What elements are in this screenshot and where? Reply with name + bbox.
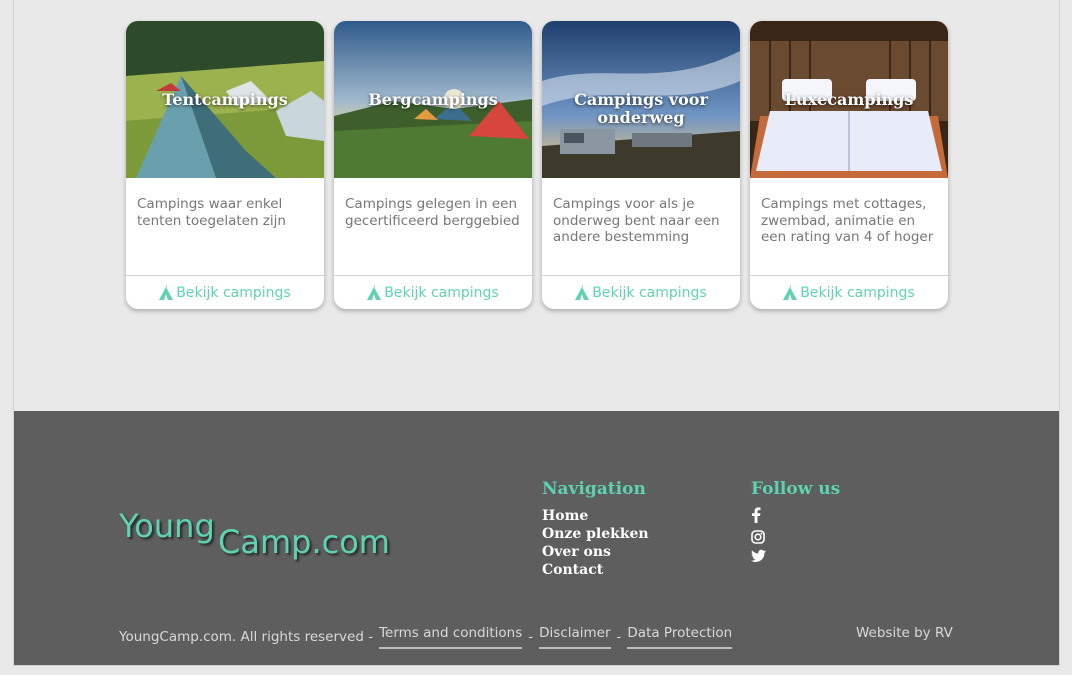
view-campings-label: Bekijk campings <box>800 284 915 301</box>
navigation-title: Navigation <box>542 479 646 499</box>
tent-icon <box>367 285 382 300</box>
view-campings-label: Bekijk campings <box>176 284 291 301</box>
separator: - <box>528 629 534 645</box>
nav-link-contact[interactable]: Contact <box>542 561 649 579</box>
card-image: Tentcampings <box>126 21 324 178</box>
logo-part-young: Young <box>119 507 215 545</box>
website-credit: Website by RV <box>856 625 953 641</box>
footer-legal: YoungCamp.com. All rights reserved - Ter… <box>119 625 738 649</box>
footer-navigation: Navigation Home Onze plekken Over ons Co… <box>542 479 649 579</box>
card-description: Campings met cottages, zwembad, animatie… <box>761 196 934 245</box>
category-cards: Tentcampings Campings waar enkel tenten … <box>126 21 948 309</box>
card-image: Bergcampings <box>334 21 532 178</box>
card-description: Campings gelegen in een gecertificeerd b… <box>345 196 520 229</box>
terms-link[interactable]: Terms and conditions <box>379 625 523 649</box>
footer: Young Camp.com Navigation Home Onze plek… <box>14 411 1059 665</box>
view-campings-link[interactable]: Bekijk campings <box>750 275 948 309</box>
view-campings-link[interactable]: Bekijk campings <box>334 275 532 309</box>
card-description: Campings waar enkel tenten toegelaten zi… <box>137 196 286 229</box>
nav-link-home[interactable]: Home <box>542 507 649 525</box>
follow-us-title: Follow us <box>751 479 841 499</box>
site-logo[interactable]: Young Camp.com <box>119 507 419 577</box>
disclaimer-link[interactable]: Disclaimer <box>539 625 611 649</box>
view-campings-label: Bekijk campings <box>384 284 499 301</box>
card-description: Campings voor als je onderweg bent naar … <box>553 196 720 245</box>
tent-icon <box>159 285 174 300</box>
twitter-icon[interactable] <box>751 547 767 567</box>
tent-icon <box>575 285 590 300</box>
card-title: Bergcampings <box>368 90 498 109</box>
copyright-text: YoungCamp.com. All rights reserved - <box>119 629 374 645</box>
logo-part-camp: Camp.com <box>218 523 390 561</box>
tent-icon <box>783 285 798 300</box>
facebook-icon[interactable] <box>751 507 767 527</box>
card-title: Luxecampings <box>784 90 914 109</box>
card-title: Tentcampings <box>162 90 288 109</box>
card-luxecampings[interactable]: Luxecampings Campings met cottages, zwem… <box>750 21 948 309</box>
card-image: Campings voor onderweg <box>542 21 740 178</box>
card-title: Campings voor onderweg <box>574 90 708 127</box>
nav-link-over-ons[interactable]: Over ons <box>542 543 649 561</box>
card-bergcampings[interactable]: Bergcampings Campings gelegen in een gec… <box>334 21 532 309</box>
footer-follow-us: Follow us <box>751 479 840 567</box>
view-campings-label: Bekijk campings <box>592 284 707 301</box>
separator: - <box>616 629 622 645</box>
data-protection-link[interactable]: Data Protection <box>627 625 733 649</box>
view-campings-link[interactable]: Bekijk campings <box>126 275 324 309</box>
card-campings-voor-onderweg[interactable]: Campings voor onderweg Campings voor als… <box>542 21 740 309</box>
nav-link-onze-plekken[interactable]: Onze plekken <box>542 525 649 543</box>
card-image: Luxecampings <box>750 21 948 178</box>
view-campings-link[interactable]: Bekijk campings <box>542 275 740 309</box>
card-tentcampings[interactable]: Tentcampings Campings waar enkel tenten … <box>126 21 324 309</box>
instagram-icon[interactable] <box>751 527 767 547</box>
